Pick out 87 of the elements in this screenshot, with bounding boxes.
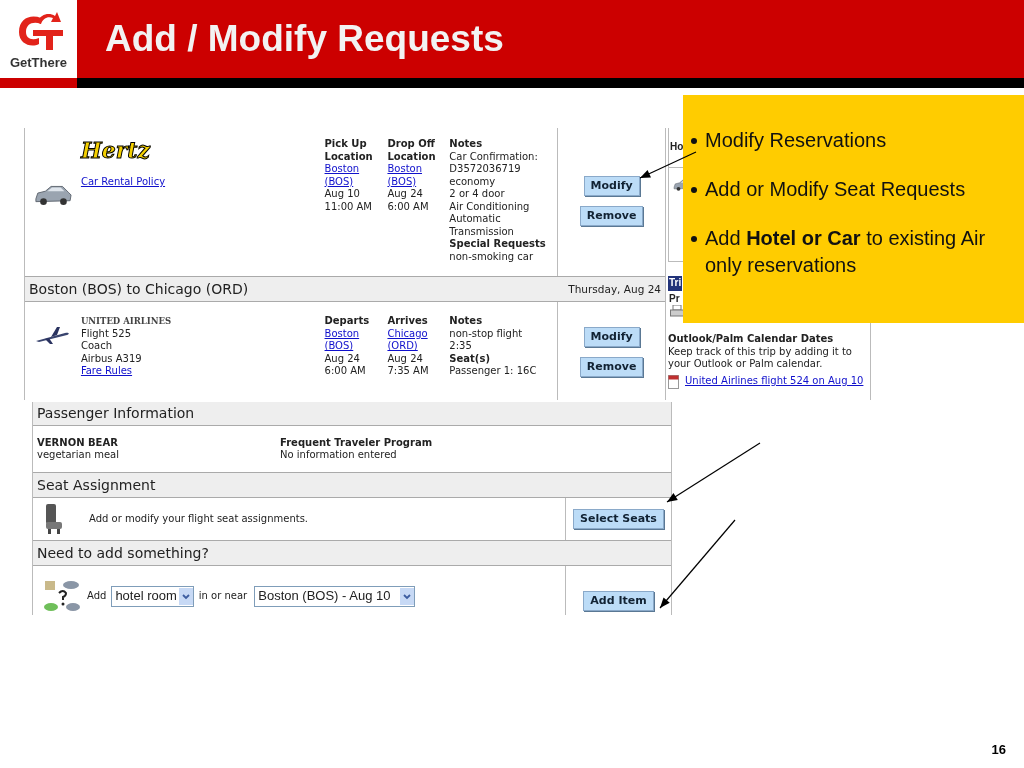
detail-text: 6:00 AM — [387, 200, 430, 213]
document-icon — [668, 374, 679, 389]
page-number: 16 — [991, 741, 1006, 759]
section-title: Seat Assignment — [37, 478, 156, 492]
detail-text: non-smoking car — [449, 250, 534, 263]
detail-text: Automatic — [449, 213, 502, 226]
detail-text: Aug 24 — [324, 352, 361, 365]
bullet-text: Add Hotel or Car to existing Air only reservations — [705, 226, 987, 278]
seat-text: Add or modify your flight seat assignments. — [89, 512, 309, 526]
fare-rules-link[interactable]: Fare Rules — [80, 365, 133, 378]
bullet-text: Modify Reservations — [705, 128, 887, 153]
bullet-text: Add or Modify Seat Requests — [705, 177, 966, 202]
column-heading: Seat(s) — [449, 352, 491, 365]
program-value: No information entered — [280, 449, 398, 462]
trip-tab[interactable]: Tri — [668, 276, 683, 291]
flight-info: Coach — [80, 340, 113, 353]
location-link[interactable]: Boston — [324, 327, 360, 340]
action-button[interactable]: Modify — [583, 176, 640, 196]
seat-icon — [43, 503, 65, 535]
brand-logo: Hertz — [80, 138, 150, 162]
action-button[interactable]: Select Seats — [573, 509, 664, 529]
section-title: Passenger Information — [37, 407, 195, 420]
detail-text: Passenger 1: 16C — [449, 365, 538, 378]
location-link[interactable]: Chicago — [387, 327, 428, 340]
detail-text: economy — [449, 175, 497, 188]
travel-items-icon — [43, 579, 81, 613]
detail-text: Transmission — [449, 225, 515, 238]
passenger-name: VERNON BEAR — [37, 436, 119, 449]
box-heading: Ho — [670, 141, 684, 152]
detail-text: 6:00 AM — [324, 365, 367, 378]
location-link[interactable]: (ORD) — [387, 340, 418, 353]
meal-text: vegetarian meal — [37, 449, 120, 462]
date-text: Thursday, Aug 24 — [568, 282, 661, 296]
calendar-link[interactable]: United Airlines flight 524 on Aug 10 — [685, 375, 864, 388]
bullet-icon — [691, 236, 697, 242]
location-link[interactable]: (BOS) — [387, 175, 417, 188]
detail-text: 7:35 AM — [387, 365, 430, 378]
bullet-icon — [691, 138, 697, 144]
airline-logo: UNITED AIRLINES — [80, 315, 172, 328]
action-button[interactable]: Modify — [583, 327, 640, 347]
action-button[interactable]: Remove — [579, 357, 644, 377]
place-select[interactable]: Boston (BOS) - Aug 10 — [254, 586, 416, 607]
chevron-icon — [400, 588, 415, 605]
policy-link[interactable]: Car Rental Policy — [80, 176, 166, 189]
column-heading: Location — [324, 150, 374, 163]
column-heading: Location — [387, 150, 437, 163]
action-button[interactable]: Add Item — [583, 591, 654, 611]
near-label: in or near — [198, 590, 248, 603]
location-link[interactable]: (BOS) — [324, 340, 354, 353]
slide-title: Add / Modify Requests — [105, 17, 504, 62]
column-heading: Arrives — [387, 315, 429, 328]
column-heading: Pick Up — [324, 138, 368, 151]
section-title: Need to add something? — [37, 546, 209, 560]
pointer-arrow — [639, 151, 697, 179]
detail-text: non-stop flight — [449, 327, 524, 340]
calendar-heading: Outlook/Palm Calendar Dates — [668, 333, 835, 346]
flight-info: Airbus A319 — [80, 352, 143, 365]
location-link[interactable]: Boston — [387, 163, 422, 176]
detail-text: 11:00 AM — [324, 200, 373, 213]
detail-text: Aug 24 — [387, 188, 424, 201]
location-link[interactable]: Boston — [324, 163, 360, 176]
add-label: Add — [87, 590, 107, 603]
column-heading: Departs — [324, 315, 371, 328]
detail-text: Air Conditioning — [449, 200, 531, 213]
column-heading: Drop Off — [387, 138, 436, 151]
column-heading: Notes — [449, 315, 484, 328]
car-icon — [33, 183, 72, 207]
detail-text: Car Confirmation: — [449, 150, 539, 163]
column-heading: Special Requests — [449, 238, 547, 251]
detail-text: 2:35 — [449, 340, 473, 353]
calendar-text: Keep track of this trip by adding it to your Outlook or Palm calendar. — [668, 345, 853, 371]
route-text: Boston (BOS) to Chicago (ORD) — [29, 282, 249, 296]
print-label: Pr — [668, 292, 680, 305]
detail-text: D3572036719 — [449, 163, 522, 176]
bullet-icon — [691, 187, 697, 193]
logo-text: GetThere — [9, 56, 68, 69]
flight-info: Flight 525 — [80, 327, 133, 340]
program-heading: Frequent Traveler Program — [280, 436, 433, 449]
location-link[interactable]: (BOS) — [324, 175, 354, 188]
printer-icon — [670, 305, 684, 317]
column-heading: Notes — [449, 138, 484, 151]
detail-text: Aug 10 — [324, 188, 361, 201]
chevron-icon — [178, 588, 193, 605]
detail-text: Aug 24 — [387, 352, 424, 365]
item-select[interactable]: hotel room — [111, 586, 194, 607]
detail-text: 2 or 4 door — [449, 188, 506, 201]
action-button[interactable]: Remove — [579, 206, 644, 226]
